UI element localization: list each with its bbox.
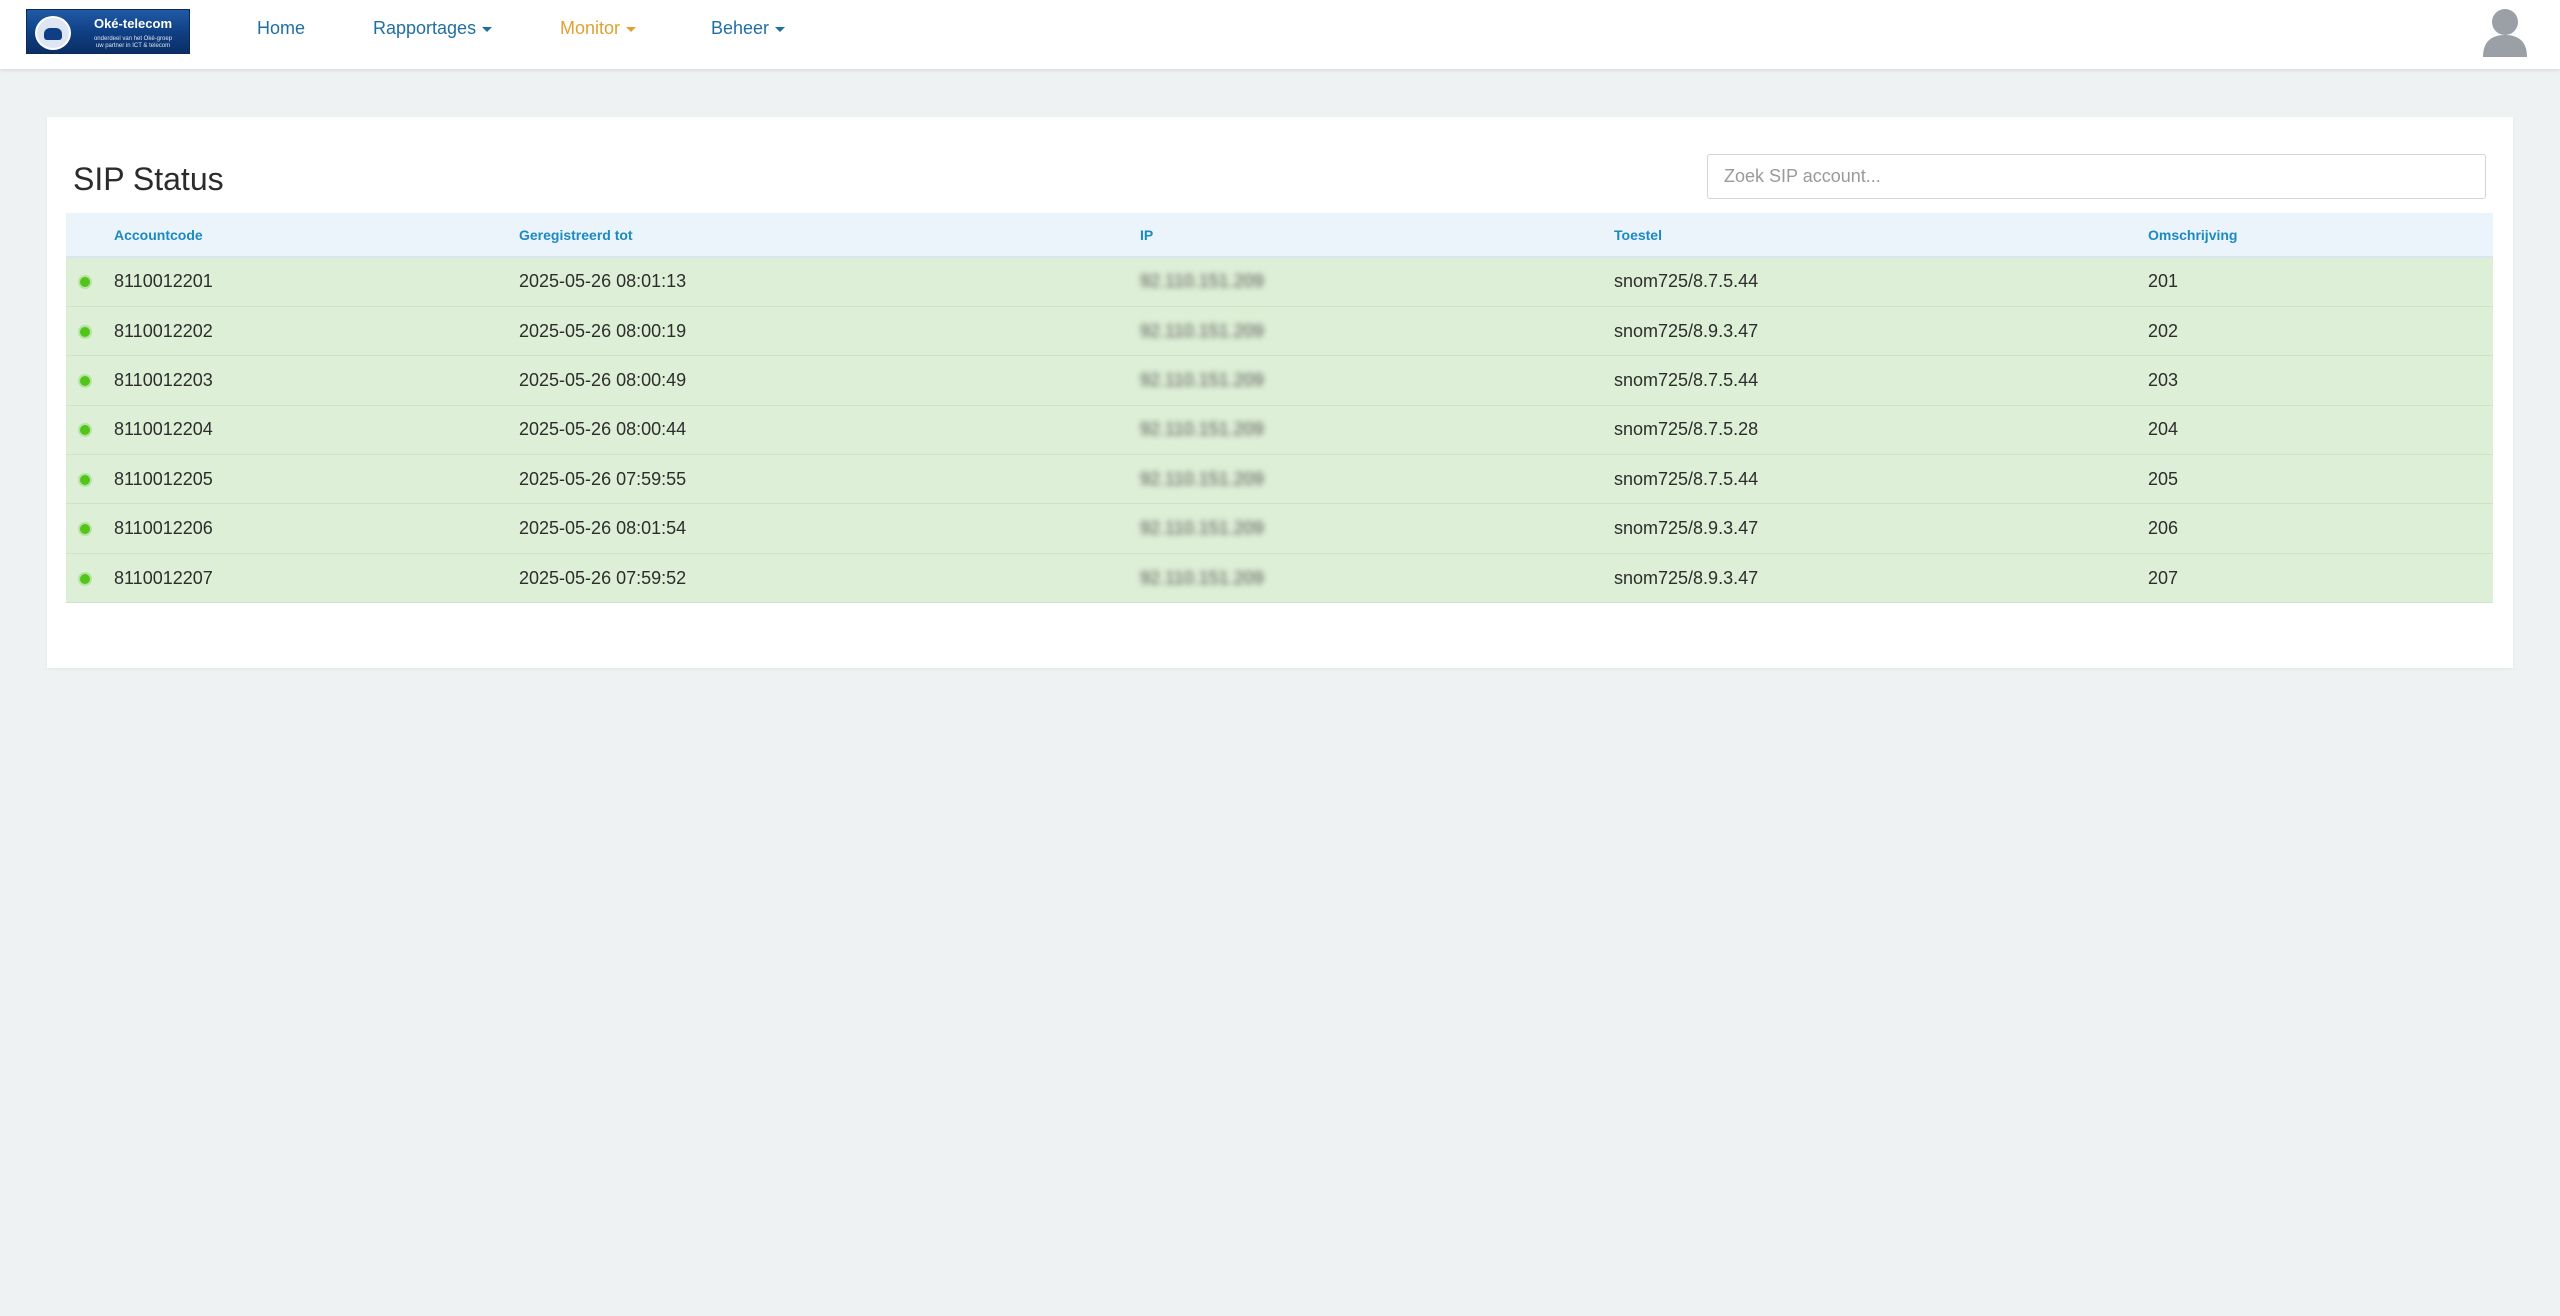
description-cell: 204 xyxy=(2148,419,2179,440)
accountcode-cell: 8110012205 xyxy=(114,468,213,489)
table-row[interactable]: 8110012206 2025-05-26 08:01:54 92.110.15… xyxy=(66,503,2493,554)
ip-header[interactable]: IP xyxy=(1140,213,1614,257)
registered-cell: 2025-05-26 07:59:55 xyxy=(519,468,687,489)
toestel-header[interactable]: Toestel xyxy=(1614,213,2148,257)
table-row[interactable]: 8110012207 2025-05-26 07:59:52 92.110.15… xyxy=(66,553,2493,603)
thumbs-up-icon xyxy=(35,16,71,50)
user-avatar-icon[interactable] xyxy=(2482,5,2528,57)
accountcode-cell: 8110012203 xyxy=(114,369,213,390)
device-cell: snom725/8.7.5.28 xyxy=(1614,419,1759,440)
nav-home-label: Home xyxy=(257,18,306,38)
nav-home[interactable]: Home xyxy=(257,18,305,39)
nav-beheer[interactable]: Beheer xyxy=(711,18,786,39)
status-column-header xyxy=(66,213,114,257)
accountcode-cell: 8110012202 xyxy=(114,320,213,341)
description-cell: 203 xyxy=(2148,369,2179,390)
brand-name: Oké-telecom xyxy=(93,16,173,31)
table-header-row: Accountcode Geregistreerd tot IP Toestel… xyxy=(66,213,2493,257)
sip-status-table: Accountcode Geregistreerd tot IP Toestel… xyxy=(66,213,2493,603)
device-cell: snom725/8.7.5.44 xyxy=(1614,468,1759,489)
ip-cell: 92.110.151.209 xyxy=(1140,419,1264,440)
registered-cell: 2025-05-26 08:00:49 xyxy=(519,369,687,390)
description-cell: 201 xyxy=(2148,271,2179,292)
nav-beheer-label: Beheer xyxy=(711,18,770,38)
table-row[interactable]: 8110012203 2025-05-26 08:00:49 92.110.15… xyxy=(66,355,2493,406)
registered-cell: 2025-05-26 08:01:54 xyxy=(519,518,687,539)
nav-monitor[interactable]: Monitor xyxy=(560,18,637,39)
table-row[interactable]: 8110012201 2025-05-26 08:01:13 92.110.15… xyxy=(66,257,2493,307)
search-input[interactable] xyxy=(1707,154,2486,199)
status-online-icon xyxy=(80,573,90,584)
ip-cell: 92.110.151.209 xyxy=(1140,518,1264,539)
registered-cell: 2025-05-26 08:01:13 xyxy=(519,271,687,292)
accountcode-cell: 8110012201 xyxy=(114,271,213,292)
accountcode-cell: 8110012204 xyxy=(114,419,213,440)
device-cell: snom725/8.9.3.47 xyxy=(1614,567,1759,588)
description-cell: 202 xyxy=(2148,320,2179,341)
ip-cell: 92.110.151.209 xyxy=(1140,320,1264,341)
device-cell: snom725/8.7.5.44 xyxy=(1614,369,1759,390)
status-online-icon xyxy=(80,375,90,386)
brand-logo[interactable]: Oké-telecom onderdeel van het Oké-groep … xyxy=(26,9,190,54)
registered-cell: 2025-05-26 07:59:52 xyxy=(519,567,687,588)
description-cell: 207 xyxy=(2148,567,2179,588)
top-navbar: Oké-telecom onderdeel van het Oké-groep … xyxy=(0,0,2560,69)
device-cell: snom725/8.9.3.47 xyxy=(1614,518,1759,539)
table-row[interactable]: 8110012202 2025-05-26 08:00:19 92.110.15… xyxy=(66,306,2493,356)
nav-rapportages[interactable]: Rapportages xyxy=(373,18,493,39)
ip-cell: 92.110.151.209 xyxy=(1140,468,1264,489)
accountcode-cell: 8110012207 xyxy=(114,567,213,588)
sip-status-panel: SIP Status Accountcode Geregistreerd tot… xyxy=(47,117,2513,668)
accountcode-cell: 8110012206 xyxy=(114,518,213,539)
nav-monitor-label: Monitor xyxy=(560,18,621,38)
table-row[interactable]: 8110012204 2025-05-26 08:00:44 92.110.15… xyxy=(66,405,2493,455)
brand-tagline: onderdeel van het Oké-groep xyxy=(93,36,173,42)
brand-tagline: uw partner in ICT & telecom xyxy=(95,43,171,49)
caret-down-icon xyxy=(482,26,493,32)
status-online-icon xyxy=(80,425,90,436)
status-online-icon xyxy=(80,524,90,535)
ip-cell: 92.110.151.209 xyxy=(1140,369,1264,390)
status-online-icon xyxy=(80,474,90,485)
accountcode-header[interactable]: Accountcode xyxy=(114,213,519,257)
ip-cell: 92.110.151.209 xyxy=(1140,567,1264,588)
ip-cell: 92.110.151.209 xyxy=(1140,271,1264,292)
page-title: SIP Status xyxy=(73,161,224,197)
caret-down-icon xyxy=(775,26,786,32)
registered-cell: 2025-05-26 08:00:19 xyxy=(519,320,687,341)
registered-cell: 2025-05-26 08:00:44 xyxy=(519,419,687,440)
description-cell: 205 xyxy=(2148,468,2179,489)
geregistreerd-header[interactable]: Geregistreerd tot xyxy=(519,213,1140,257)
device-cell: snom725/8.7.5.44 xyxy=(1614,271,1759,292)
description-cell: 206 xyxy=(2148,518,2179,539)
status-online-icon xyxy=(80,326,90,337)
status-online-icon xyxy=(80,277,90,288)
omschrijving-header[interactable]: Omschrijving xyxy=(2148,213,2493,257)
caret-down-icon xyxy=(626,26,637,32)
nav-rapportages-label: Rapportages xyxy=(373,18,477,38)
device-cell: snom725/8.9.3.47 xyxy=(1614,320,1759,341)
table-row[interactable]: 8110012205 2025-05-26 07:59:55 92.110.15… xyxy=(66,454,2493,504)
